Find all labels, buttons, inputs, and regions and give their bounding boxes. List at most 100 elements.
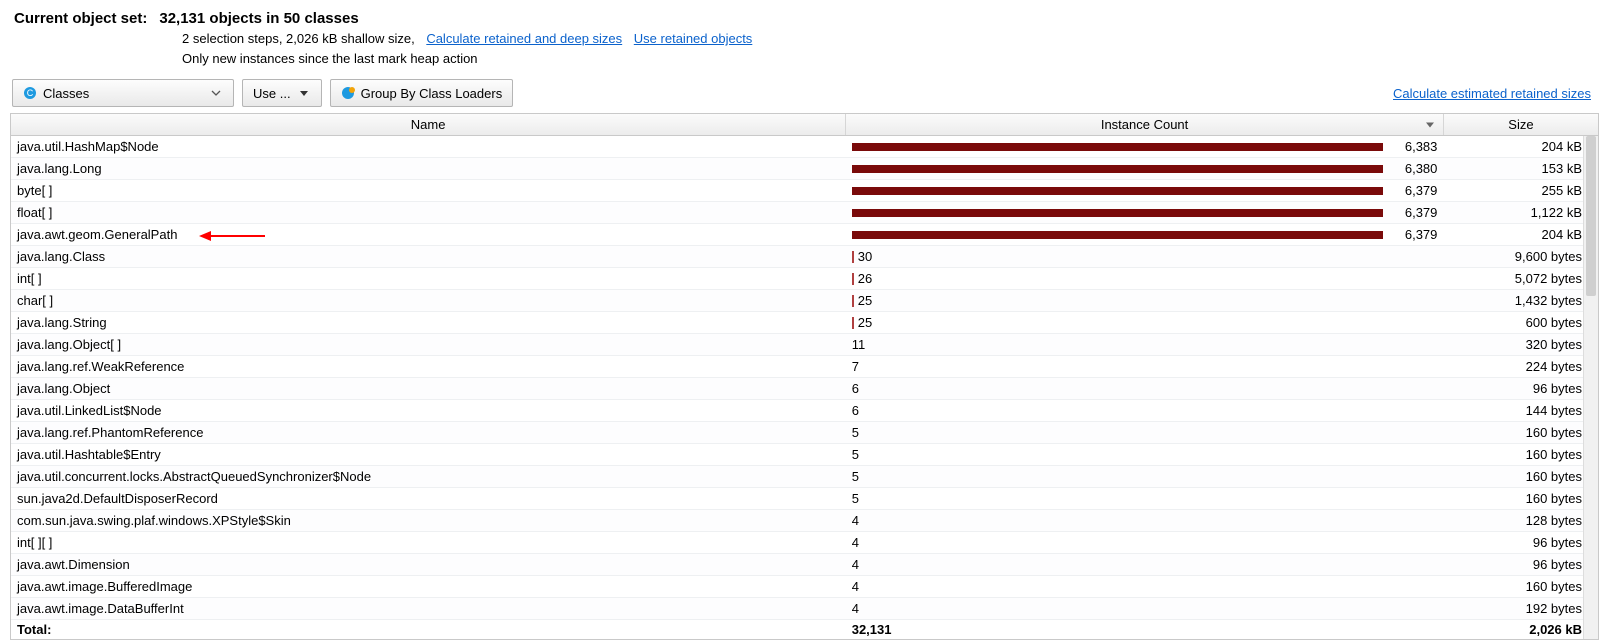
vertical-scrollbar[interactable]	[1583, 136, 1598, 639]
table-row[interactable]: java.util.LinkedList$Node6144 bytes	[11, 400, 1598, 422]
cell-size: 96 bytes	[1443, 378, 1598, 400]
cell-size: 153 kB	[1443, 158, 1598, 180]
column-header-size[interactable]: Size	[1443, 114, 1598, 136]
table-row[interactable]: java.lang.Long6,380153 kB	[11, 158, 1598, 180]
cell-size: 204 kB	[1443, 224, 1598, 246]
cell-size: 224 bytes	[1443, 356, 1598, 378]
cell-name: java.awt.image.BufferedImage	[11, 576, 846, 598]
table-row[interactable]: float[ ]6,3791,122 kB	[11, 202, 1598, 224]
group-by-classloaders-button[interactable]: Group By Class Loaders	[330, 79, 514, 107]
selection-steps-text: 2 selection steps, 2,026 kB shallow size…	[182, 31, 415, 46]
cell-name: com.sun.java.swing.plaf.windows.XPStyle$…	[11, 510, 846, 532]
cell-size: 192 bytes	[1443, 598, 1598, 620]
annotation-arrow-icon	[197, 227, 267, 242]
table-row[interactable]: java.lang.String25600 bytes	[11, 312, 1598, 334]
cell-size: 144 bytes	[1443, 400, 1598, 422]
cell-instance-count: 6,379	[846, 202, 1444, 224]
classloader-icon	[341, 86, 355, 100]
cell-name: java.lang.Object	[11, 378, 846, 400]
table-row[interactable]: java.awt.image.DataBufferInt4192 bytes	[11, 598, 1598, 620]
cell-size: 128 bytes	[1443, 510, 1598, 532]
cell-size: 9,600 bytes	[1443, 246, 1598, 268]
cell-instance-count: 11	[846, 334, 1444, 356]
calculate-estimated-retained-link[interactable]: Calculate estimated retained sizes	[1393, 86, 1597, 101]
table-row[interactable]: sun.java2d.DefaultDisposerRecord5160 byt…	[11, 488, 1598, 510]
table-row[interactable]: java.util.HashMap$Node6,383204 kB	[11, 136, 1598, 158]
cell-name: java.util.LinkedList$Node	[11, 400, 846, 422]
instance-count-bar	[852, 143, 1384, 151]
cell-instance-count: 5	[846, 466, 1444, 488]
toolbar: C Classes Use ... Group By Class Loaders…	[10, 79, 1599, 107]
instance-count-bar	[852, 273, 854, 285]
cell-size: 1,122 kB	[1443, 202, 1598, 224]
table-row[interactable]: java.lang.Class309,600 bytes	[11, 246, 1598, 268]
cell-instance-count: 4	[846, 598, 1444, 620]
cell-instance-count: 5	[846, 422, 1444, 444]
cell-name: java.lang.ref.WeakReference	[11, 356, 846, 378]
column-header-instance-count[interactable]: Instance Count	[846, 114, 1444, 136]
objects-table: Name Instance Count Size java.util.HashM…	[10, 113, 1599, 640]
table-row[interactable]: java.lang.ref.WeakReference7224 bytes	[11, 356, 1598, 378]
table-row[interactable]: byte[ ]6,379255 kB	[11, 180, 1598, 202]
group-button-label: Group By Class Loaders	[361, 86, 503, 101]
scrollbar-thumb[interactable]	[1586, 136, 1596, 296]
classes-dropdown[interactable]: C Classes	[12, 79, 234, 107]
cell-name: java.lang.Class	[11, 246, 846, 268]
total-label: Total:	[11, 620, 846, 640]
cell-instance-count: 30	[846, 246, 1444, 268]
instance-count-bar	[852, 187, 1383, 195]
classes-dropdown-label: Classes	[43, 86, 89, 101]
cell-instance-count: 5	[846, 444, 1444, 466]
cell-instance-count: 4	[846, 576, 1444, 598]
cell-instance-count: 7	[846, 356, 1444, 378]
mark-heap-text: Only new instances since the last mark h…	[182, 51, 478, 66]
cell-name: java.awt.geom.GeneralPath	[11, 224, 846, 246]
summary-label: Current object set:	[14, 10, 147, 27]
cell-size: 160 bytes	[1443, 444, 1598, 466]
cell-name: java.util.concurrent.locks.AbstractQueue…	[11, 466, 846, 488]
svg-text:C: C	[27, 88, 34, 98]
cell-name: java.awt.Dimension	[11, 554, 846, 576]
table-header-row: Name Instance Count Size	[11, 114, 1598, 136]
summary-subline-1: 2 selection steps, 2,026 kB shallow size…	[10, 29, 1599, 49]
cell-name: float[ ]	[11, 202, 846, 224]
use-retained-link[interactable]: Use retained objects	[634, 31, 753, 46]
table-row[interactable]: char[ ]251,432 bytes	[11, 290, 1598, 312]
cell-instance-count: 6	[846, 378, 1444, 400]
calculate-retained-link[interactable]: Calculate retained and deep sizes	[426, 31, 622, 46]
cell-size: 160 bytes	[1443, 422, 1598, 444]
cell-size: 255 kB	[1443, 180, 1598, 202]
table-row[interactable]: java.lang.Object[ ]11320 bytes	[11, 334, 1598, 356]
chevron-down-icon	[209, 88, 223, 98]
instance-count-bar	[852, 231, 1383, 239]
cell-instance-count: 6,383	[846, 136, 1444, 158]
cell-size: 320 bytes	[1443, 334, 1598, 356]
table-row[interactable]: java.awt.geom.GeneralPath6,379204 kB	[11, 224, 1598, 246]
table-row[interactable]: com.sun.java.swing.plaf.windows.XPStyle$…	[11, 510, 1598, 532]
cell-instance-count: 6,380	[846, 158, 1444, 180]
instance-count-bar	[852, 317, 854, 329]
cell-instance-count: 25	[846, 290, 1444, 312]
cell-size: 204 kB	[1443, 136, 1598, 158]
column-header-name[interactable]: Name	[11, 114, 846, 136]
instance-count-bar	[852, 165, 1383, 173]
table-row[interactable]: java.lang.ref.PhantomReference5160 bytes	[11, 422, 1598, 444]
cell-instance-count: 6,379	[846, 224, 1444, 246]
cell-name: java.awt.image.DataBufferInt	[11, 598, 846, 620]
table-row[interactable]: int[ ]265,072 bytes	[11, 268, 1598, 290]
total-size: 2,026 kB	[1443, 620, 1598, 640]
table-row[interactable]: java.awt.Dimension496 bytes	[11, 554, 1598, 576]
cell-name: byte[ ]	[11, 180, 846, 202]
cell-name: int[ ]	[11, 268, 846, 290]
cell-size: 5,072 bytes	[1443, 268, 1598, 290]
cell-name: java.util.Hashtable$Entry	[11, 444, 846, 466]
cell-name: int[ ][ ]	[11, 532, 846, 554]
table-row[interactable]: int[ ][ ]496 bytes	[11, 532, 1598, 554]
use-button[interactable]: Use ...	[242, 79, 322, 107]
table-row[interactable]: java.awt.image.BufferedImage4160 bytes	[11, 576, 1598, 598]
cell-instance-count: 4	[846, 554, 1444, 576]
table-row[interactable]: java.lang.Object696 bytes	[11, 378, 1598, 400]
cell-size: 1,432 bytes	[1443, 290, 1598, 312]
table-row[interactable]: java.util.concurrent.locks.AbstractQueue…	[11, 466, 1598, 488]
table-row[interactable]: java.util.Hashtable$Entry5160 bytes	[11, 444, 1598, 466]
